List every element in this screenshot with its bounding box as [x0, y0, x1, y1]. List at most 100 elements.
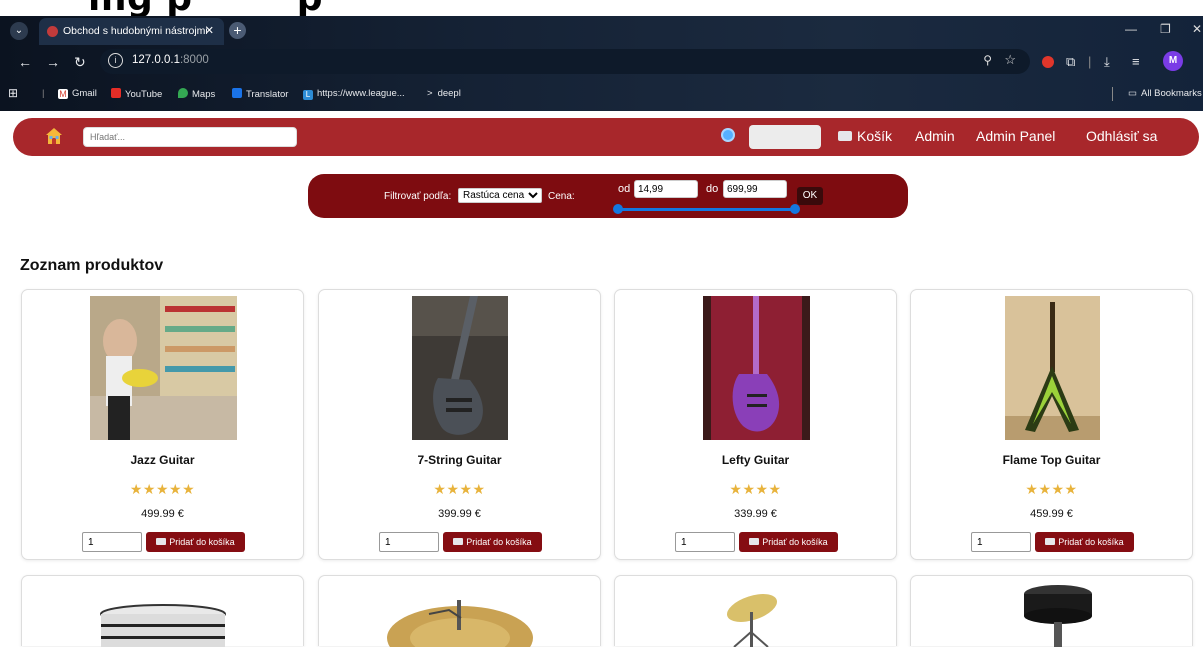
- product-name[interactable]: 7-String Guitar: [319, 453, 600, 467]
- tab-bar: ⌄ Obchod s hudobnými nástrojmi ✕ + — ❐ ✕: [0, 16, 1203, 45]
- sort-select[interactable]: Rastúca cena: [458, 188, 542, 203]
- bookmark-deepl[interactable]: > deepl: [427, 88, 461, 99]
- folder-icon: ▭: [1128, 88, 1137, 99]
- price-from-input[interactable]: [634, 180, 698, 198]
- product-image[interactable]: [1023, 584, 1093, 647]
- admin-link[interactable]: Admin: [915, 128, 955, 144]
- product-image[interactable]: [412, 296, 508, 440]
- product-name[interactable]: Flame Top Guitar: [911, 453, 1192, 467]
- tab-title: Obchod s hudobnými nástrojmi: [63, 25, 208, 37]
- download-icon[interactable]: ⤓: [1104, 54, 1110, 70]
- cart-icon: [1045, 538, 1056, 545]
- product-image[interactable]: [90, 296, 237, 440]
- star-rating: ★★★★: [433, 481, 486, 497]
- extensions-puzzle-icon[interactable]: ⧉: [1066, 54, 1075, 70]
- quantity-input[interactable]: [379, 532, 439, 552]
- star-rating: ★★★★: [729, 481, 782, 497]
- favicon-icon: [47, 26, 58, 37]
- bookmark-star-icon[interactable]: ☆: [1004, 52, 1016, 68]
- star-rating: ★★★★★: [129, 481, 196, 497]
- bookmark-youtube[interactable]: YouTube: [111, 88, 162, 100]
- price-to-input[interactable]: [723, 180, 787, 198]
- omnibox[interactable]: i 127.0.0.1:8000 ⚲ ☆: [100, 49, 1030, 74]
- ok-button[interactable]: OK: [797, 187, 823, 205]
- product-card: [614, 575, 897, 647]
- product-image[interactable]: [703, 296, 810, 440]
- bookmark-gmail[interactable]: M Gmail: [58, 88, 97, 99]
- product-name[interactable]: Jazz Guitar: [22, 453, 303, 467]
- product-card: Lefty Guitar ★★★★ 339.99 € Pridať do koš…: [614, 289, 897, 560]
- profile-avatar[interactable]: M: [1163, 51, 1183, 71]
- add-to-cart-button[interactable]: Pridať do košíka: [1035, 532, 1134, 552]
- site-info-icon[interactable]: i: [108, 53, 123, 68]
- products-heading: Zoznam produktov: [20, 257, 164, 274]
- product-card: Jazz Guitar ★★★★★ 499.99 € Pridať do koš…: [21, 289, 304, 560]
- filter-bar: Filtrovať podľa: Rastúca cena Cena: od d…: [308, 174, 908, 218]
- add-to-cart-button[interactable]: Pridať do košíka: [443, 532, 542, 552]
- admin-panel-link[interactable]: Admin Panel: [976, 128, 1055, 144]
- filter-by-label: Filtrovať podľa:: [384, 191, 452, 202]
- back-icon[interactable]: ←: [18, 54, 32, 70]
- product-image[interactable]: [720, 592, 780, 647]
- price-range-track[interactable]: [617, 208, 795, 211]
- product-card: [21, 575, 304, 647]
- price-min-handle[interactable]: [613, 204, 623, 214]
- tab-close-icon[interactable]: ✕: [205, 24, 214, 37]
- bookmarks-bar: ⊞ | M Gmail YouTube Maps Translator Lhttp…: [0, 80, 1203, 110]
- bookmarks-divider: |: [42, 88, 45, 99]
- url-text: 127.0.0.1:8000: [132, 54, 209, 66]
- all-bookmarks-folder[interactable]: ▭ All Bookmarks: [1128, 88, 1202, 99]
- cart-link[interactable]: Košík: [838, 128, 892, 144]
- zoom-icon[interactable]: ⚲: [983, 53, 992, 67]
- product-image[interactable]: [387, 600, 533, 647]
- add-to-cart-button[interactable]: Pridať do košíka: [739, 532, 838, 552]
- quantity-input[interactable]: [82, 532, 142, 552]
- toolbar-divider: |: [1088, 54, 1092, 69]
- logout-link[interactable]: Odhlásiť sa: [1086, 128, 1157, 144]
- price-to-label: do: [706, 183, 719, 195]
- product-card: [318, 575, 601, 647]
- address-bar-row: ← → ↻ i 127.0.0.1:8000 ⚲ ☆ ⧉ | ⤓ ≡ M: [0, 45, 1203, 78]
- bookmark-league[interactable]: Lhttps://www.league...: [303, 88, 405, 100]
- home-icon[interactable]: [45, 127, 63, 145]
- reading-list-icon[interactable]: ≡: [1132, 54, 1140, 69]
- product-card: Flame Top Guitar ★★★★ 459.99 € Pridať do…: [910, 289, 1193, 560]
- search-icon[interactable]: [723, 130, 733, 140]
- product-card: 7-String Guitar ★★★★ 399.99 € Pridať do …: [318, 289, 601, 560]
- price-label: Cena:: [548, 191, 575, 202]
- product-card: [910, 575, 1193, 647]
- browser-tab[interactable]: Obchod s hudobnými nástrojmi ✕: [39, 18, 224, 45]
- minimize-icon[interactable]: —: [1125, 22, 1137, 36]
- new-tab-button[interactable]: +: [229, 22, 246, 39]
- bookmark-maps[interactable]: Maps: [178, 88, 215, 100]
- cut-off-heading: ing p p: [0, 0, 1203, 16]
- price-max-handle[interactable]: [790, 204, 800, 214]
- quantity-input[interactable]: [675, 532, 735, 552]
- restore-icon[interactable]: ❐: [1160, 22, 1171, 36]
- product-image[interactable]: [1005, 296, 1100, 440]
- price-from-label: od: [618, 183, 631, 195]
- cart-icon: [453, 538, 464, 545]
- star-rating: ★★★★: [1025, 481, 1078, 497]
- product-price: 499.99 €: [141, 508, 184, 520]
- reload-icon[interactable]: ↻: [74, 54, 86, 71]
- product-price: 339.99 €: [734, 508, 777, 520]
- tab-search-icon[interactable]: ⌄: [10, 22, 28, 40]
- cart-icon: [156, 538, 167, 545]
- search-input[interactable]: [83, 127, 297, 147]
- quantity-input[interactable]: [971, 532, 1031, 552]
- product-price: 459.99 €: [1030, 508, 1073, 520]
- forward-icon[interactable]: →: [46, 54, 60, 70]
- product-image[interactable]: [98, 604, 228, 647]
- extension-icon[interactable]: [1042, 56, 1054, 68]
- cart-icon: [749, 538, 760, 545]
- site-navbar: Kategórie Košík Admin Admin Panel Odhlás…: [13, 118, 1199, 156]
- bookmark-translator[interactable]: Translator: [232, 88, 288, 100]
- product-name[interactable]: Lefty Guitar: [615, 453, 896, 467]
- product-price: 399.99 €: [438, 508, 481, 520]
- apps-grid-icon[interactable]: ⊞: [8, 86, 18, 100]
- categories-button[interactable]: Kategórie: [749, 125, 821, 149]
- close-window-icon[interactable]: ✕: [1192, 22, 1202, 36]
- add-to-cart-button[interactable]: Pridať do košíka: [146, 532, 245, 552]
- bookmarks-divider-right: [1112, 87, 1113, 101]
